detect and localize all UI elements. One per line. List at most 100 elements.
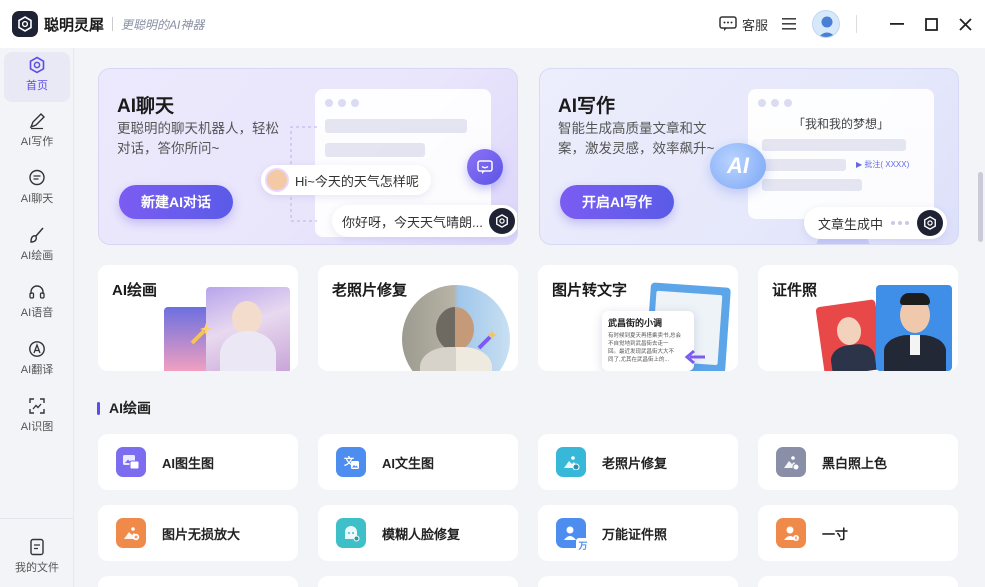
sidebar-item-ai-painting[interactable]: AI绘画 (0, 226, 74, 263)
image-to-image-icon (116, 447, 146, 477)
magic-wand-icon (477, 330, 497, 350)
new-ai-chat-button[interactable]: 新建AI对话 (119, 185, 233, 219)
tool-label: AI文生图 (382, 455, 435, 471)
bot-logo-icon (917, 210, 944, 236)
one-inch-photo-icon (776, 518, 806, 548)
user-avatar-icon (265, 168, 289, 192)
sidebar-item-ai-writing[interactable]: AI写作 (0, 112, 74, 149)
feature-card-id-photo[interactable]: 证件照 (758, 265, 958, 371)
chat-icon (29, 169, 45, 186)
tool-label: 万能证件照 (602, 526, 668, 542)
feature-title: 证件照 (772, 282, 818, 299)
colorize-icon (776, 447, 806, 477)
close-icon (958, 17, 972, 31)
sidebar-item-label: AI识图 (20, 421, 54, 433)
tool-label: 图片无损放大 (162, 526, 241, 542)
customer-service-label: 客服 (741, 17, 768, 33)
tool-label: 黑白照上色 (822, 455, 888, 471)
window-controls-divider (856, 15, 857, 33)
sidebar-item-ai-image-recognition[interactable]: AI识图 (0, 397, 74, 434)
sidebar-item-label: 我的文件 (15, 562, 59, 574)
generating-text: 文章生成中 (818, 216, 884, 232)
banner-title: AI写作 (558, 96, 616, 117)
text-to-image-icon: 文 (336, 447, 366, 477)
sidebar-item-label: AI绘画 (20, 250, 54, 262)
feature-title: 老照片修复 (332, 282, 408, 299)
sidebar-item-ai-voice[interactable]: AI语音 (0, 283, 74, 320)
ai-chat-banner[interactable]: AI聊天 更聪明的聊天机器人，轻松对话，答你所问~ 新建AI对话 Hi~今天的天… (98, 68, 518, 245)
tool-old-photo-restore[interactable]: 老照片修复 (538, 434, 738, 490)
bot-logo-icon (488, 208, 515, 234)
menu-icon[interactable] (782, 18, 796, 30)
generating-status: 文章生成中 (804, 207, 948, 239)
tool-ai-image-to-image[interactable]: AI图生图 (98, 434, 298, 490)
tool-ai-text-to-image[interactable]: 文 AI文生图 (318, 434, 518, 490)
sidebar-item-label: 首页 (26, 80, 48, 92)
sidebar-item-ai-translate[interactable]: AI翻译 (0, 340, 74, 377)
section-marker (97, 401, 100, 415)
minimize-button[interactable] (887, 14, 907, 34)
app-slogan: 更聪明的AI神器 (121, 17, 205, 32)
id-photo-blue-illustration (876, 285, 952, 371)
annotation-label: ▶ 批注( XXXX) (856, 160, 910, 169)
face-restore-icon (336, 518, 366, 548)
sidebar-item-label: AI聊天 (20, 193, 54, 205)
title-divider (112, 17, 114, 31)
ai-writing-banner[interactable]: AI写作 智能生成高质量文章和文案，激发灵感，效率飙升~ 开启AI写作 「我和我… (539, 68, 959, 245)
image-upscale-icon (116, 518, 146, 548)
headset-icon (29, 285, 45, 299)
feature-card-ai-painting[interactable]: AI绘画 (98, 265, 298, 371)
chat-bot-icon (467, 149, 503, 185)
home-icon (29, 56, 45, 74)
user-avatar[interactable] (812, 10, 840, 38)
tool-one-inch-photo[interactable]: 一寸 (758, 505, 958, 561)
photo-restore-icon (556, 447, 586, 477)
scrollbar-thumb[interactable] (978, 172, 983, 242)
tool-colorize[interactable]: 黑白照上色 (758, 434, 958, 490)
pen-icon (29, 113, 45, 130)
tool-row-partial (98, 576, 298, 587)
old-photo-illustration (402, 285, 510, 371)
app-name: 聪明灵犀 (44, 16, 105, 34)
banner-description: 智能生成高质量文章和文案，激发灵感，效率飙升~ (558, 121, 715, 156)
tool-face-restore[interactable]: 模糊人脸修复 (318, 505, 518, 561)
ocr-doc-line: 回。最近发现武昌街大大不 (608, 349, 675, 355)
tool-image-upscale[interactable]: 图片无损放大 (98, 505, 298, 561)
app-logo-icon (12, 11, 38, 37)
feature-card-old-photo-restore[interactable]: 老照片修复 (318, 265, 518, 371)
document-illustration: 「我和我的梦想」 ▶ 批注( XXXX) (748, 89, 934, 219)
start-ai-writing-button[interactable]: 开启AI写作 (560, 185, 674, 219)
close-button[interactable] (955, 14, 975, 34)
feature-card-image-to-text[interactable]: 图片转文字 武昌街的小调 有时候到夏天再搭乘卖书,总会 不自觉地到武昌街去走一 … (538, 265, 738, 371)
answer-bubble: 你好呀，今天天气晴朗... (332, 205, 517, 237)
answer-text: 你好呀，今天天气晴朗... (342, 214, 483, 230)
loading-dots (891, 221, 910, 225)
section-heading: AI绘画 (97, 398, 151, 418)
minimize-icon (890, 23, 904, 25)
tool-row-partial (538, 576, 738, 587)
brush-icon (30, 227, 44, 243)
sidebar-item-label: AI写作 (20, 136, 54, 148)
sidebar-item-my-files[interactable]: 我的文件 (0, 538, 74, 575)
id-photo-badge: 万 (576, 538, 590, 552)
translate-icon (29, 341, 45, 357)
file-icon (30, 538, 44, 556)
sidebar-item-label: AI语音 (20, 307, 54, 319)
tool-label: 模糊人脸修复 (382, 526, 461, 542)
tool-row-partial (318, 576, 518, 587)
banner-description: 更聪明的聊天机器人，轻松对话，答你所问~ (117, 121, 279, 156)
ocr-text-card: 武昌街的小调 有时候到夏天再搭乘卖书,总会 不自觉地到武昌街去走一 回。最近发现… (602, 311, 694, 371)
scan-image-icon (29, 398, 45, 414)
banner-title: AI聊天 (117, 96, 175, 117)
sidebar-item-home[interactable]: 首页 (0, 56, 74, 93)
arrow-left-icon (684, 349, 705, 365)
title-bar: 聪明灵犀 更聪明的AI神器 客服 (0, 0, 985, 48)
question-bubble: Hi~今天的天气怎样呢 (261, 165, 431, 195)
sidebar-item-ai-chat[interactable]: AI聊天 (0, 169, 74, 206)
maximize-button[interactable] (921, 14, 941, 34)
tool-id-photo[interactable]: 万 万能证件照 (538, 505, 738, 561)
customer-service-icon (719, 16, 737, 31)
customer-service-button[interactable]: 客服 (719, 15, 768, 34)
tool-label: AI图生图 (162, 455, 215, 471)
ai-badge: AI (710, 143, 766, 189)
